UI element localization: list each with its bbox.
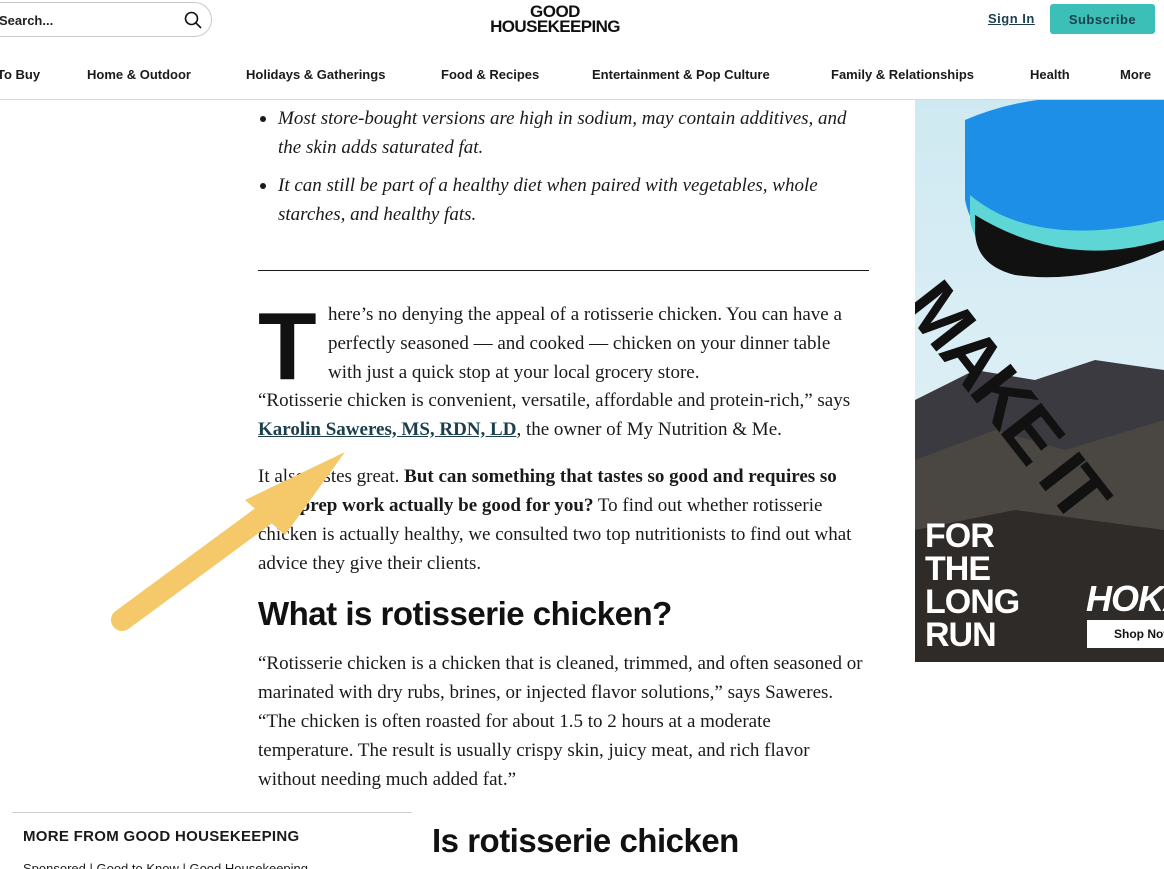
search-icon[interactable] <box>184 11 202 29</box>
body-text: , the owner of My Nutrition & Me. <box>516 419 782 440</box>
main-nav: To Buy Home & Outdoor Holidays & Gatheri… <box>0 48 1164 100</box>
search-input[interactable] <box>0 11 159 29</box>
section-heading: What is rotisserie chicken? <box>258 595 672 632</box>
section-heading: Is rotisserie chicken healthy? <box>432 822 739 869</box>
drop-cap: T <box>258 293 317 400</box>
ad-tagline-line: FOR <box>925 517 995 555</box>
intro-paragraph: here’s no denying the appeal of a rotiss… <box>328 304 842 383</box>
nav-item-family[interactable]: Family & Relationships <box>831 67 974 82</box>
ad-tagline-line: LONG <box>925 583 1020 621</box>
sign-in-link[interactable]: Sign In <box>988 11 1035 26</box>
site-logo[interactable]: GOOD HOUSEKEEPING <box>480 3 630 36</box>
more-from-title: MORE FROM GOOD HOUSEKEEPING <box>23 828 300 845</box>
body-text: It also tastes great. <box>258 466 405 487</box>
author-link[interactable]: Karolin Saweres, MS, RDN, LD <box>258 419 516 440</box>
divider <box>258 270 869 271</box>
list-item: Most store-bought versions are high in s… <box>258 104 870 162</box>
nav-item-food-recipes[interactable]: Food & Recipes <box>441 67 539 82</box>
ad-tagline-line: THE <box>925 550 991 588</box>
list-item: It can still be part of a healthy diet w… <box>258 171 870 229</box>
more-from-links[interactable]: Sponsored | Good to Know | Good Housekee… <box>23 861 308 869</box>
intro-paragraph-continued: “Rotisserie chicken is convenient, versa… <box>258 386 870 444</box>
paragraph: “Rotisserie chicken is a chicken that is… <box>258 653 863 790</box>
paragraph: It also tastes great. But can something … <box>258 462 870 578</box>
subscribe-button[interactable]: Subscribe <box>1050 4 1155 34</box>
nav-item-entertainment[interactable]: Entertainment & Pop Culture <box>592 67 770 82</box>
key-points-list: Most store-bought versions are high in s… <box>258 104 870 238</box>
ad-shop-now-button[interactable]: Shop Now <box>1087 620 1164 648</box>
more-from-module: MORE FROM GOOD HOUSEKEEPING Sponsored | … <box>12 812 412 869</box>
nav-item-to-buy[interactable]: To Buy <box>0 67 40 82</box>
ad-tagline: FOR THE LONG RUN <box>925 517 1020 654</box>
nav-item-holidays[interactable]: Holidays & Gatherings <box>246 67 385 82</box>
ad-tagline-line: RUN <box>925 616 997 654</box>
ad-brand-logo: HOKA <box>1086 578 1164 619</box>
advertisement[interactable]: MAKE IT FOR THE LONG RUN HOKA Shop Now <box>915 100 1164 662</box>
nav-item-more[interactable]: More <box>1120 67 1151 82</box>
body-text: “Rotisserie chicken is convenient, versa… <box>258 390 851 411</box>
nav-item-home-outdoor[interactable]: Home & Outdoor <box>87 67 191 82</box>
search-box[interactable] <box>0 2 212 37</box>
nav-item-health[interactable]: Health <box>1030 67 1070 82</box>
logo-line-2: HOUSEKEEPING <box>490 17 620 36</box>
